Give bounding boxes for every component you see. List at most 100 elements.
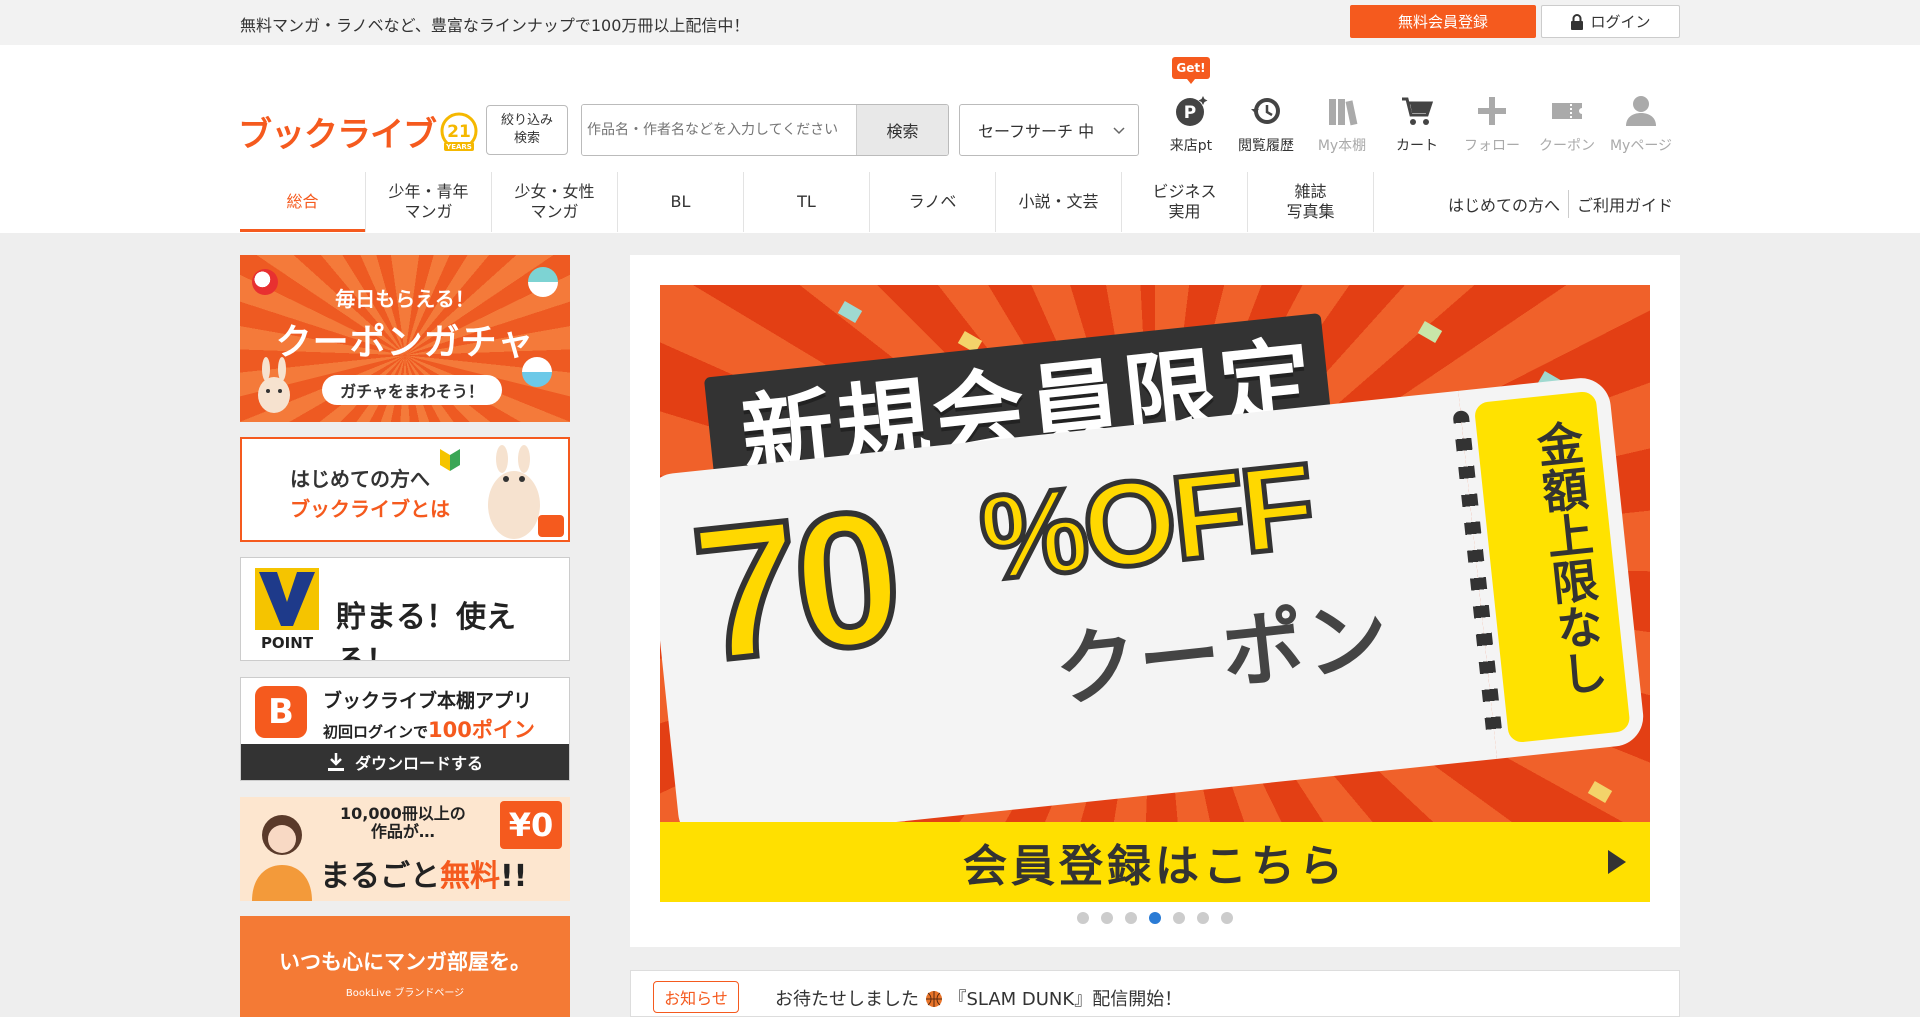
visit-point-link[interactable]: P 来店pt <box>1155 93 1227 163</box>
llama-icon <box>488 445 564 539</box>
safe-search-label: セーフサーチ 中 <box>978 122 1095 141</box>
visit-point-label: 来店pt <box>1169 138 1213 154</box>
hero-banner[interactable]: 新規会員限定 70 %OFF クーポン 金額上限なし 会員登録はこちら <box>660 285 1650 902</box>
mypage-label: Myページ <box>1609 138 1673 154</box>
cta-label: 会員登録はこちら <box>963 841 1347 892</box>
search-box: 検索 <box>581 104 949 156</box>
get-badge: Get! <box>1172 57 1210 84</box>
basketball-icon <box>925 991 942 1007</box>
login-button[interactable]: ログイン <box>1541 5 1680 38</box>
brand-line2: BookLive ブランドページ <box>345 988 465 999</box>
bookshelf-label: My本棚 <box>1317 138 1367 154</box>
download-label: ダウンロードする <box>354 754 483 773</box>
tab-shojo-josei[interactable]: 少女・女性 マンガ <box>492 172 618 232</box>
search-input[interactable] <box>582 105 856 155</box>
lock-icon <box>1571 13 1584 30</box>
history-link[interactable]: 閲覧履歴 <box>1230 93 1302 163</box>
site-tagline: 無料マンガ・ラノベなど、豊富なラインナップで100万冊以上配信中！ <box>240 16 750 35</box>
vpoint-text: 貯まる！使える！ <box>336 600 516 660</box>
site-logo[interactable]: ブックライブ 21 YEARS <box>238 107 480 156</box>
guide-link[interactable]: ご利用ガイド <box>1577 192 1673 216</box>
carousel-dot[interactable] <box>1221 912 1233 924</box>
carousel-dot[interactable] <box>1173 912 1185 924</box>
vpoint-logo-icon: POINT <box>255 568 319 652</box>
point-icon: P <box>1176 96 1208 126</box>
anniversary-badge-icon: 21 YEARS <box>440 112 478 151</box>
help-links: はじめての方へ ご利用ガイド <box>1448 190 1673 218</box>
brand-banner[interactable]: いつも心にマンガ部屋を。 BookLive ブランドページ <box>240 916 570 1017</box>
intro-line2: ブックライブとは <box>290 497 450 521</box>
follow-link[interactable]: フォロー <box>1456 93 1528 163</box>
carousel-dot[interactable] <box>1101 912 1113 924</box>
tab-general[interactable]: 総合 <box>240 172 366 232</box>
refine-label-1: 絞り込み <box>500 113 553 128</box>
beginner-mark-icon <box>440 449 460 471</box>
download-button[interactable]: ダウンロードする <box>241 744 569 780</box>
coupon-gacha-banner[interactable]: 毎日もらえる！ クーポンガチャ ガチャをまわそう！ <box>240 255 570 422</box>
register-button[interactable]: 無料会員登録 <box>1350 5 1536 38</box>
app-icon: B <box>255 686 307 738</box>
news-link[interactable]: お待たせしました 『SLAM DUNK』配信開始！ <box>775 985 1182 1011</box>
history-icon <box>1251 98 1280 124</box>
cart-link[interactable]: カート <box>1381 93 1453 163</box>
tab-light-novel[interactable]: ラノベ <box>870 172 996 232</box>
tab-tl[interactable]: TL <box>744 172 870 232</box>
news-tag: お知らせ <box>653 981 739 1013</box>
yen-zero-badge: ¥0 <box>500 801 562 849</box>
search-button[interactable]: 検索 <box>856 105 948 155</box>
person-illustration <box>252 815 312 901</box>
intro-banner[interactable]: はじめての方へ ブックライブとは <box>240 437 570 542</box>
first-time-link[interactable]: はじめての方へ <box>1448 192 1560 216</box>
carousel-dot[interactable] <box>1197 912 1209 924</box>
follow-label: フォロー <box>1464 138 1520 154</box>
bookshelf-icon <box>1329 99 1358 126</box>
tab-novel[interactable]: 小説・文芸 <box>996 172 1122 232</box>
cart-icon <box>1402 97 1434 125</box>
discount-percent: 70 <box>682 467 908 705</box>
chevron-down-icon <box>1113 127 1125 135</box>
gacha-pill: ガチャをまわそう！ <box>322 375 502 405</box>
vpoint-banner[interactable]: POINT 貯まる！使える！ <box>240 557 570 661</box>
safe-search-select[interactable]: セーフサーチ 中 <box>959 104 1139 156</box>
discount-off: %OFF <box>972 436 1320 609</box>
coupon-icon <box>1552 103 1582 119</box>
plus-icon <box>1478 97 1506 125</box>
category-nav: 総合 少年・青年 マンガ 少女・女性 マンガ BL TL ラノベ 小説・文芸 ビジネ… <box>240 172 1374 232</box>
register-cta[interactable]: 会員登録はこちら <box>660 822 1650 902</box>
logo-text: ブックライブ <box>238 115 437 155</box>
bookshelf-link[interactable]: My本棚 <box>1306 93 1378 163</box>
divider <box>1568 190 1570 218</box>
refine-label-2: 検索 <box>513 131 540 146</box>
coupon-link[interactable]: クーポン <box>1531 93 1603 163</box>
main-carousel: 新規会員限定 70 %OFF クーポン 金額上限なし 会員登録はこちら <box>630 255 1680 947</box>
play-arrow-icon <box>1608 850 1626 874</box>
download-icon <box>327 753 344 771</box>
carousel-dot-active[interactable] <box>1149 912 1161 924</box>
news-bar: お知らせ お待たせしました 『SLAM DUNK』配信開始！ <box>630 970 1680 1017</box>
refine-search-button[interactable]: 絞り込み 検索 <box>486 105 568 155</box>
svg-text:POINT: POINT <box>261 634 314 652</box>
free-line: 10,000冊以上の 作品が… <box>340 804 466 841</box>
cart-label: カート <box>1396 138 1438 154</box>
svg-text:P: P <box>1184 103 1196 123</box>
gacha-line1: 毎日もらえる！ <box>335 287 475 311</box>
user-icon <box>1626 96 1656 126</box>
svg-text:21: 21 <box>447 122 471 142</box>
tab-magazine[interactable]: 雑誌 写真集 <box>1248 172 1374 232</box>
svg-text:YEARS: YEARS <box>445 143 472 151</box>
carousel-dots <box>630 912 1680 924</box>
mypage-link[interactable]: Myページ <box>1605 93 1677 163</box>
free-manga-banner[interactable]: 10,000冊以上の 作品が… まるごと無料!! ¥0 <box>240 797 570 901</box>
history-label: 閲覧履歴 <box>1238 138 1294 154</box>
tab-shonen-seinen[interactable]: 少年・青年 マンガ <box>366 172 492 232</box>
coupon-label: クーポン <box>1539 138 1595 154</box>
top-strip: 無料マンガ・ラノベなど、豊富なラインナップで100万冊以上配信中！ 無料会員登録… <box>0 0 1920 45</box>
tab-bl[interactable]: BL <box>618 172 744 232</box>
tab-business[interactable]: ビジネス 実用 <box>1122 172 1248 232</box>
gacha-line2: クーポンガチャ <box>275 322 535 363</box>
carousel-dot[interactable] <box>1125 912 1137 924</box>
app-banner[interactable]: B ブックライブ本棚アプリ 初回ログインで100ポイント！ ダウンロードする <box>240 677 570 781</box>
app-title: ブックライブ本棚アプリ <box>323 690 533 712</box>
brand-line1: いつも心にマンガ部屋を。 <box>279 950 531 974</box>
carousel-dot[interactable] <box>1077 912 1089 924</box>
